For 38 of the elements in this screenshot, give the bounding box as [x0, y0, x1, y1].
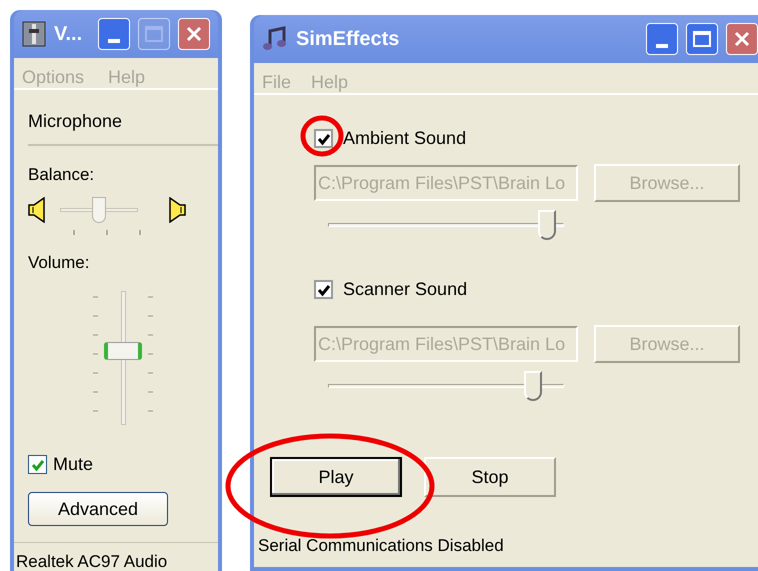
volume-slider[interactable] [104, 291, 142, 425]
close-icon [733, 30, 751, 48]
checkbox-label: Mute [53, 453, 94, 476]
device-name: Microphone [28, 110, 124, 133]
minimize-button[interactable] [646, 23, 678, 55]
volume-slider[interactable] [328, 208, 564, 242]
window-title: V... [54, 22, 84, 47]
menu-item[interactable]: Help [108, 64, 146, 90]
balance-label: Balance: [28, 164, 96, 186]
speaker-icon [168, 196, 186, 222]
speaker-icon [28, 196, 46, 222]
music-note-icon [262, 26, 288, 52]
advanced-button[interactable]: Advanced [28, 492, 168, 526]
slider-thumb[interactable] [104, 342, 142, 360]
slider-thumb[interactable] [92, 196, 106, 222]
tick-marks [72, 228, 142, 236]
status-text: Serial Communications Disabled [257, 535, 505, 557]
menu-item[interactable]: File [262, 68, 292, 96]
status-text: Realtek AC97 Audio [16, 552, 168, 571]
maximize-button[interactable] [686, 23, 718, 55]
default-button[interactable]: Play [270, 457, 402, 497]
push-button[interactable]: Stop [424, 457, 556, 497]
highlight-ellipse [300, 116, 344, 156]
balance-slider[interactable] [60, 196, 138, 224]
checkbox[interactable] [28, 455, 47, 474]
maximize-button[interactable] [138, 18, 170, 50]
menu-item[interactable]: Help [311, 68, 348, 96]
checkbox-label: Scanner Sound [343, 278, 468, 301]
volume-slider[interactable] [328, 369, 564, 403]
close-button[interactable] [178, 18, 210, 50]
menu-item[interactable]: Options [22, 64, 84, 90]
volume-label: Volume: [28, 252, 90, 274]
mixer-icon [22, 21, 46, 47]
minimize-button[interactable] [98, 18, 130, 50]
window-title: SimEffects [296, 27, 400, 52]
close-button[interactable] [726, 23, 758, 55]
checkbox-label: Ambient Sound [343, 127, 466, 150]
close-icon [185, 25, 203, 43]
